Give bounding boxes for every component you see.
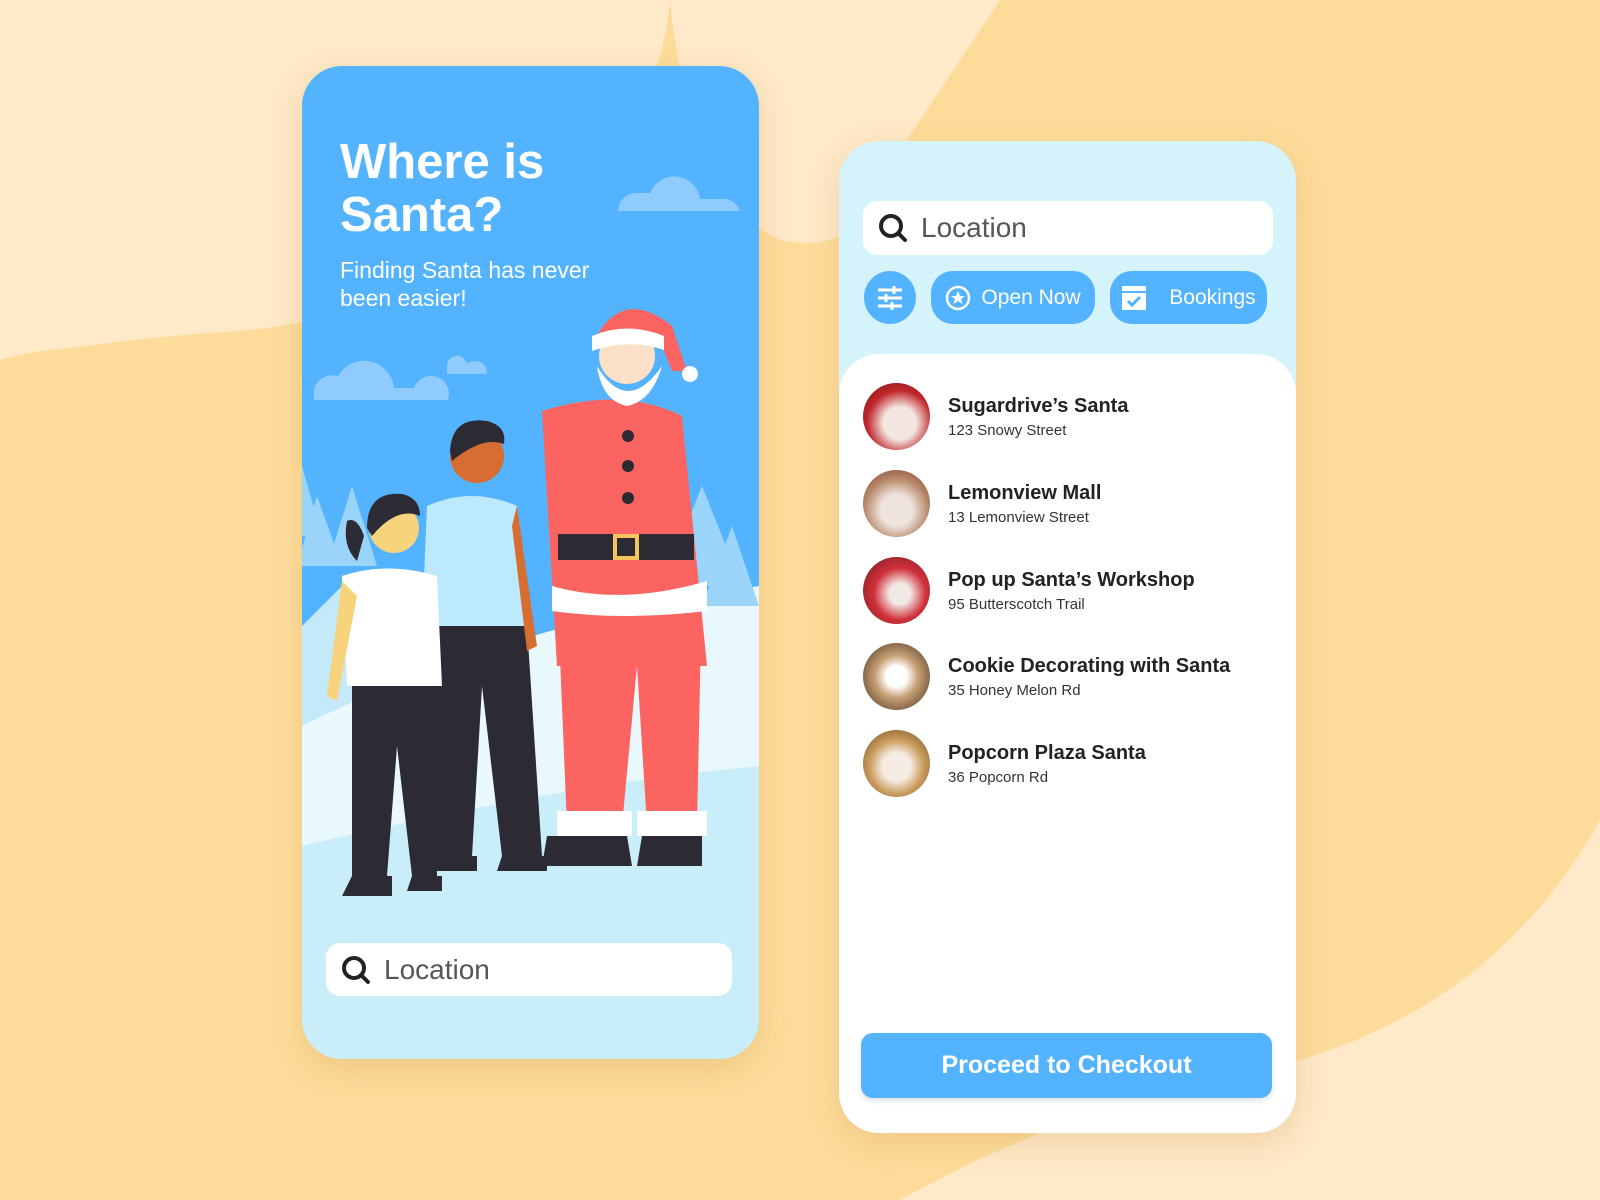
proceed-to-checkout-button[interactable]: Proceed to Checkout	[861, 1033, 1272, 1098]
list-item[interactable]: Pop up Santa’s Workshop 95 Butterscotch T…	[863, 557, 1195, 624]
list-item[interactable]: Sugardrive’s Santa 123 Snowy Street	[863, 383, 1128, 450]
results-screen: Location Open Now Bookings Sugardrive’s …	[839, 141, 1296, 1133]
avatar	[863, 383, 930, 450]
avatar	[863, 643, 930, 710]
search-icon	[879, 214, 907, 242]
page-title: Where is Santa?	[340, 136, 544, 242]
bookings-label: Bookings	[1169, 285, 1256, 309]
location-search-input[interactable]: Location	[863, 201, 1273, 255]
search-placeholder: Location	[921, 212, 1027, 243]
search-icon	[342, 955, 370, 984]
title-line-1: Where is	[340, 135, 545, 189]
avatar	[863, 470, 930, 537]
open-now-filter[interactable]: Open Now	[931, 271, 1095, 324]
bookings-filter[interactable]: Bookings	[1110, 271, 1267, 324]
background-blobs	[0, 0, 1600, 1200]
item-name: Sugardrive’s Santa	[948, 394, 1129, 417]
item-address: 13 Lemonview Street	[948, 508, 1089, 526]
location-search-input[interactable]: Location	[326, 943, 732, 996]
sliders-icon	[878, 285, 902, 310]
item-name: Lemonview Mall	[948, 481, 1102, 504]
cloud-icon	[618, 176, 740, 211]
star-circle-icon	[946, 285, 971, 310]
results-list: Sugardrive’s Santa 123 Snowy Street Lemon…	[839, 354, 1296, 1133]
santa	[542, 309, 707, 866]
open-now-label: Open Now	[981, 285, 1081, 309]
item-address: 95 Butterscotch Trail	[948, 595, 1085, 613]
cloud-icon	[314, 355, 502, 400]
item-name: Cookie Decorating with Santa	[948, 654, 1231, 677]
item-address: 35 Honey Melon Rd	[948, 681, 1081, 699]
search-placeholder: Location	[384, 953, 490, 985]
avatar	[863, 557, 930, 624]
item-address: 36 Popcorn Rd	[948, 768, 1049, 786]
filter-button[interactable]	[864, 271, 916, 324]
list-item[interactable]: Cookie Decorating with Santa 35 Honey Mel…	[863, 643, 1230, 710]
item-name: Popcorn Plaza Santa	[948, 741, 1146, 764]
calendar-check-icon	[1122, 285, 1147, 310]
list-item[interactable]: Lemonview Mall 13 Lemonview Street	[863, 470, 1101, 537]
item-name: Pop up Santa’s Workshop	[948, 568, 1195, 591]
subtitle: Finding Santa has never been easier!	[340, 257, 590, 311]
list-item[interactable]: Popcorn Plaza Santa 36 Popcorn Rd	[863, 730, 1146, 797]
welcome-screen: Where is Santa? Finding Santa has never b…	[302, 66, 759, 1059]
item-address: 123 Snowy Street	[948, 421, 1067, 439]
title-line-2: Santa?	[340, 188, 504, 242]
avatar	[863, 730, 930, 797]
